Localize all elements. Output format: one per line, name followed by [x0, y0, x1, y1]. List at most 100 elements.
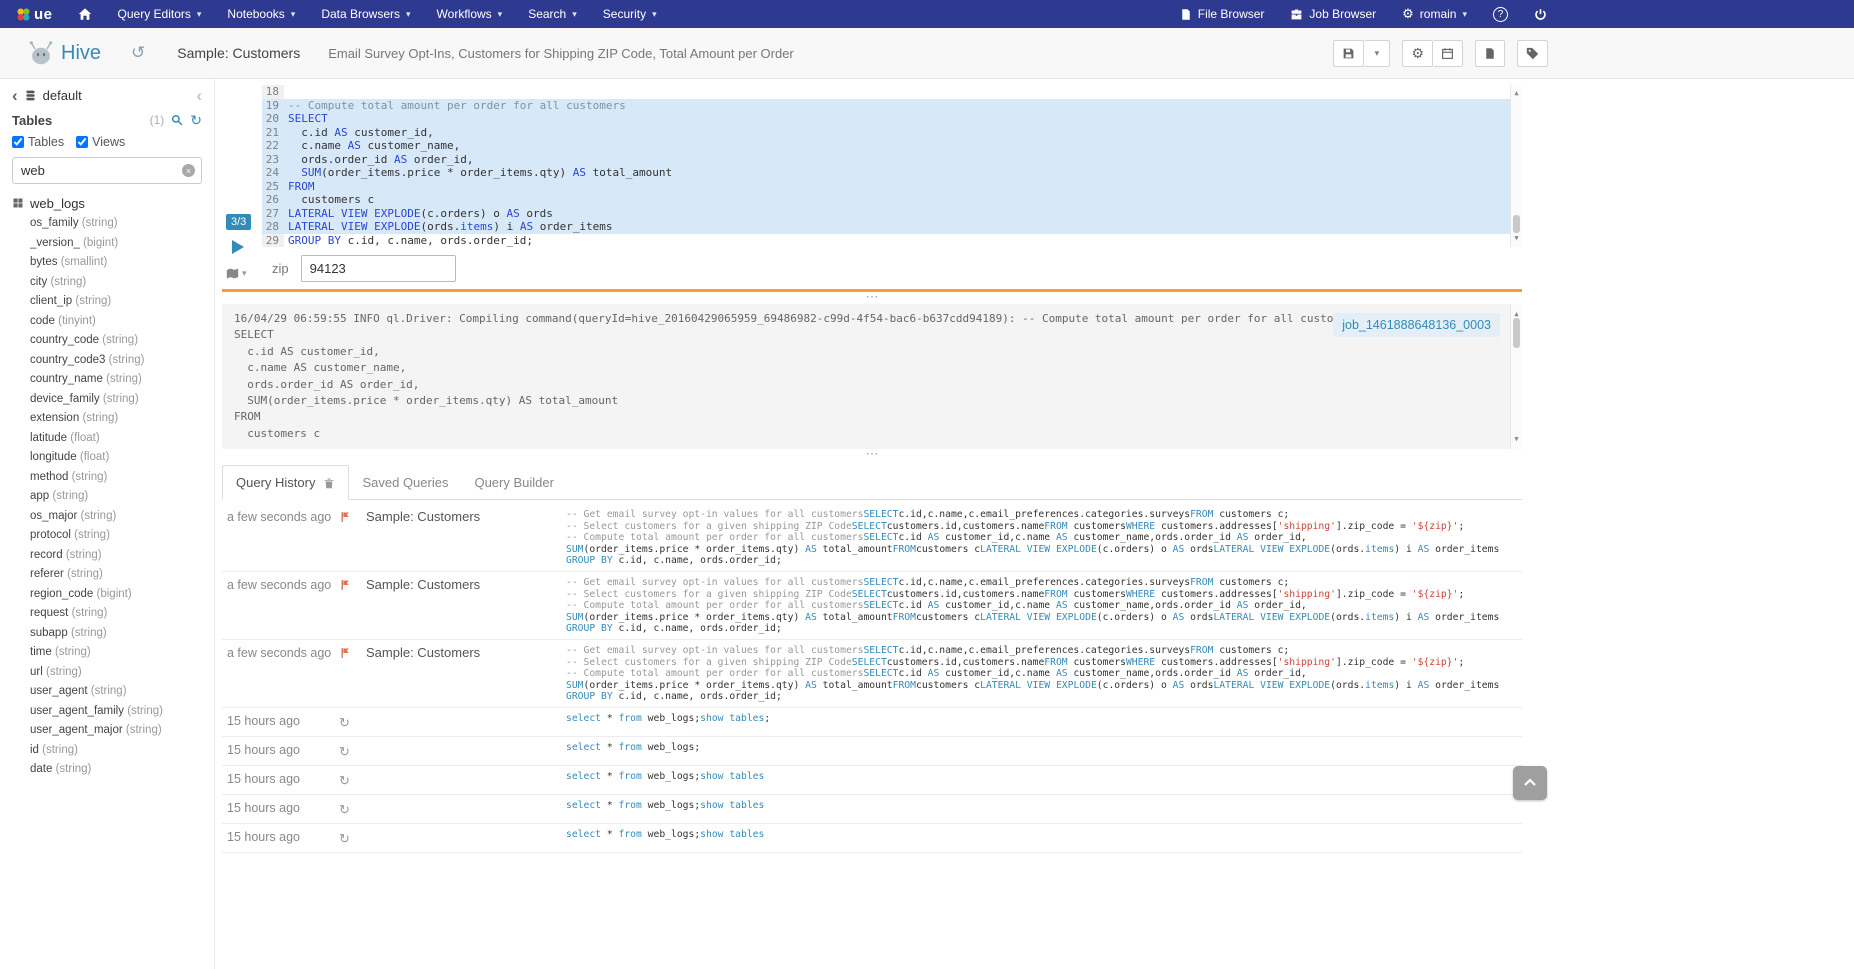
column-item[interactable]: method (string) [30, 468, 202, 488]
table-search-input[interactable] [12, 157, 202, 184]
new-document-button[interactable] [1475, 40, 1505, 67]
editor-line[interactable]: 28LATERAL VIEW EXPLODE(ords.items) i AS … [262, 220, 1522, 234]
history-query-sql[interactable]: select * from web_logs;show tables; [566, 713, 1522, 725]
history-row[interactable]: 15 hours ago↻select * from web_logs;show… [222, 795, 1522, 824]
editor-line[interactable]: 18 [262, 85, 1522, 99]
log-scrollbar[interactable]: ▲ ▼ [1510, 304, 1522, 449]
code-editor[interactable]: 1819-- Compute total amount per order fo… [262, 85, 1522, 247]
column-item[interactable]: time (string) [30, 643, 202, 663]
column-item[interactable]: date (string) [30, 760, 202, 780]
history-query-sql[interactable]: select * from web_logs;show tables [566, 771, 1522, 783]
nav-workflows[interactable]: Workflows ▾ [424, 0, 516, 28]
editor-scrollbar[interactable]: ▲ ▼ [1510, 85, 1522, 247]
column-item[interactable]: extension (string) [30, 409, 202, 429]
history-row[interactable]: 15 hours ago↻select * from web_logs;show… [222, 766, 1522, 795]
column-item[interactable]: region_code (bigint) [30, 585, 202, 605]
tab-saved-queries[interactable]: Saved Queries [349, 465, 461, 499]
editor-line[interactable]: 24 SUM(order_items.price * order_items.q… [262, 166, 1522, 180]
column-item[interactable]: url (string) [30, 663, 202, 683]
nav-data-browsers[interactable]: Data Browsers ▾ [308, 0, 423, 28]
table-item[interactable]: web_logs [12, 194, 202, 212]
help-button[interactable]: ? [1480, 0, 1521, 28]
views-checkbox[interactable]: Views [76, 135, 125, 149]
column-item[interactable]: country_name (string) [30, 370, 202, 390]
back-chevron-icon[interactable]: ‹ [12, 87, 18, 104]
tables-checkbox[interactable]: Tables [12, 135, 64, 149]
editor-line[interactable]: 26 customers c [262, 193, 1522, 207]
clear-search-icon[interactable]: × [182, 164, 195, 177]
refresh-button[interactable]: ↻ [190, 113, 202, 127]
nav-notebooks[interactable]: Notebooks ▾ [214, 0, 308, 28]
file-browser-button[interactable]: File Browser [1167, 0, 1278, 28]
editor-line[interactable]: 22 c.name AS customer_name, [262, 139, 1522, 153]
editor-line[interactable]: 23 ords.order_id AS order_id, [262, 153, 1522, 167]
history-query-sql[interactable]: -- Get email survey opt-in values for al… [566, 509, 1522, 567]
hue-logo[interactable]: ue [0, 0, 65, 28]
column-item[interactable]: country_code3 (string) [30, 351, 202, 371]
editor-line[interactable]: 21 c.id AS customer_id, [262, 126, 1522, 140]
history-query-sql[interactable]: -- Get email survey opt-in values for al… [566, 645, 1522, 703]
column-item[interactable]: protocol (string) [30, 526, 202, 546]
app-name[interactable]: Hive [61, 42, 101, 65]
column-item[interactable]: longitude (float) [30, 448, 202, 468]
scrollbar-thumb[interactable] [1513, 318, 1520, 348]
execute-button[interactable] [232, 240, 244, 254]
job-link[interactable]: job_1461888648136_0003 [1333, 313, 1500, 337]
column-item[interactable]: app (string) [30, 487, 202, 507]
editor-line[interactable]: 29GROUP BY c.id, c.name, ords.order_id; [262, 234, 1522, 248]
column-item[interactable]: client_ip (string) [30, 292, 202, 312]
history-row[interactable]: a few seconds agoSample: Customers-- Get… [222, 504, 1522, 572]
history-query-sql[interactable]: select * from web_logs; [566, 742, 1522, 754]
history-row[interactable]: a few seconds agoSample: Customers-- Get… [222, 572, 1522, 640]
column-item[interactable]: latitude (float) [30, 429, 202, 449]
history-row[interactable]: 15 hours ago↻select * from web_logs;show… [222, 708, 1522, 737]
scroll-down-icon[interactable]: ▼ [1511, 232, 1522, 246]
column-item[interactable]: bytes (smallint) [30, 253, 202, 273]
trash-icon[interactable] [323, 477, 335, 489]
save-dropdown-button[interactable]: ▾ [1364, 40, 1390, 67]
column-item[interactable]: record (string) [30, 546, 202, 566]
scrollbar-thumb[interactable] [1513, 215, 1520, 233]
database-selector[interactable]: ‹ default ‹ [12, 85, 202, 105]
column-item[interactable]: id (string) [30, 741, 202, 761]
tables-checkbox-input[interactable] [12, 136, 24, 148]
editor-line[interactable]: 19-- Compute total amount per order for … [262, 99, 1522, 113]
column-item[interactable]: country_code (string) [30, 331, 202, 351]
tab-query-history[interactable]: Query History [222, 465, 349, 500]
scroll-to-top-button[interactable] [1513, 766, 1547, 800]
settings-button[interactable]: ⚙ [1402, 40, 1433, 67]
column-item[interactable]: device_family (string) [30, 390, 202, 410]
tags-button[interactable] [1517, 40, 1548, 67]
home-button[interactable] [65, 0, 105, 28]
query-history-icon[interactable]: ↺ [131, 43, 145, 63]
history-query-sql[interactable]: select * from web_logs;show tables [566, 800, 1522, 812]
column-item[interactable]: code (tinyint) [30, 312, 202, 332]
column-item[interactable]: user_agent (string) [30, 682, 202, 702]
search-toggle-button[interactable] [171, 114, 183, 126]
history-row[interactable]: a few seconds agoSample: Customers-- Get… [222, 640, 1522, 708]
user-menu[interactable]: ⚙ romain ▾ [1389, 0, 1480, 28]
history-query-sql[interactable]: -- Get email survey opt-in values for al… [566, 577, 1522, 635]
history-row[interactable]: 15 hours ago↻select * from web_logs; [222, 737, 1522, 766]
editor-menu-button[interactable]: ▾ [225, 267, 247, 280]
job-browser-button[interactable]: Job Browser [1277, 0, 1389, 28]
schedule-button[interactable] [1433, 40, 1463, 67]
column-item[interactable]: city (string) [30, 273, 202, 293]
nav-search[interactable]: Search ▾ [515, 0, 590, 28]
history-query-sql[interactable]: select * from web_logs;show tables [566, 829, 1522, 841]
column-item[interactable]: os_major (string) [30, 507, 202, 527]
column-item[interactable]: referer (string) [30, 565, 202, 585]
scroll-up-icon[interactable]: ▲ [1511, 87, 1522, 101]
scroll-down-icon[interactable]: ▼ [1511, 431, 1522, 447]
resize-grip[interactable]: ⋯ [222, 449, 1522, 461]
editor-line[interactable]: 20SELECT [262, 112, 1522, 126]
column-item[interactable]: request (string) [30, 604, 202, 624]
column-item[interactable]: _version_ (bigint) [30, 234, 202, 254]
column-item[interactable]: user_agent_family (string) [30, 702, 202, 722]
resize-grip[interactable]: ⋯ [222, 292, 1522, 304]
history-row[interactable]: 15 hours ago↻select * from web_logs;show… [222, 824, 1522, 853]
views-checkbox-input[interactable] [76, 136, 88, 148]
editor-line[interactable]: 27LATERAL VIEW EXPLODE(c.orders) o AS or… [262, 207, 1522, 221]
column-item[interactable]: user_agent_major (string) [30, 721, 202, 741]
nav-query-editors[interactable]: Query Editors ▾ [105, 0, 215, 28]
